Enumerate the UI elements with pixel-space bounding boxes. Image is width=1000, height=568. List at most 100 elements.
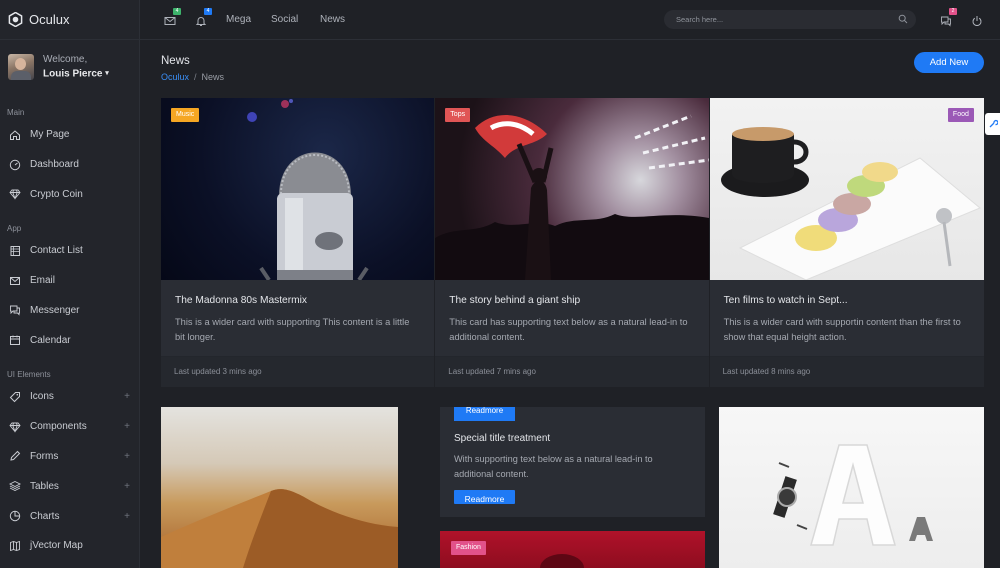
chat-badge: 2 xyxy=(949,8,957,15)
sidebar-item-label: Calendar xyxy=(30,334,71,346)
search-icon[interactable] xyxy=(898,14,908,24)
sidebar-item-messenger[interactable]: Messenger xyxy=(0,296,140,326)
add-new-button[interactable]: Add New xyxy=(914,52,984,73)
card-footer: Last updated 8 mins ago xyxy=(709,356,984,387)
readmore-button[interactable]: Readmore xyxy=(454,490,515,504)
power-icon xyxy=(972,16,982,26)
card-title: Special title treatment xyxy=(454,433,551,444)
envelope-icon xyxy=(9,275,21,287)
sidebar-item-email[interactable]: Email xyxy=(0,266,140,296)
chat-icon xyxy=(941,16,951,27)
card-image-desert[interactable] xyxy=(161,407,398,568)
card-image-microphone: Music xyxy=(161,98,435,280)
microphone-illustration xyxy=(247,99,369,280)
section-title-ui-elements: UI Elements xyxy=(7,370,51,379)
news-card-row: Music The Madonna 80s Mastermix This is … xyxy=(161,98,984,387)
card-image-letters[interactable] xyxy=(719,407,984,568)
sidebar-item-label: My Page xyxy=(30,129,70,141)
home-icon xyxy=(9,129,21,141)
user-name-dropdown[interactable]: Louis Pierce ▾ xyxy=(43,66,109,83)
card-footer: Last updated 7 mins ago xyxy=(435,356,709,387)
sidebar-item-label: Email xyxy=(30,275,56,287)
sidebar-item-tables[interactable]: Tables + xyxy=(0,471,140,501)
sidebar-item-icons[interactable]: Icons + xyxy=(0,382,140,412)
card-footer: Last updated 3 mins ago xyxy=(161,356,435,387)
category-tag[interactable]: Fashion xyxy=(451,541,486,555)
calendar-icon xyxy=(9,334,21,346)
bell-icon xyxy=(195,17,207,26)
oculux-logo-icon xyxy=(8,12,23,27)
brand[interactable]: Oculux xyxy=(0,0,139,40)
breadcrumb-home-link[interactable]: Oculux xyxy=(161,72,189,82)
expand-plus-icon[interactable]: + xyxy=(124,391,130,402)
card-image-coffee-macarons: Food xyxy=(709,98,984,280)
breadcrumb-separator: / xyxy=(194,72,197,82)
envelope-icon xyxy=(164,17,176,25)
sidebar-item-contact-list[interactable]: Contact List xyxy=(0,236,140,266)
sidebar-item-label: Icons xyxy=(30,391,54,403)
sidebar-item-dashboard[interactable]: Dashboard xyxy=(0,150,140,180)
sidebar-item-forms[interactable]: Forms + xyxy=(0,442,140,472)
settings-toggle-button[interactable] xyxy=(985,113,1000,135)
card-image-concert: Tops xyxy=(435,98,709,280)
card-image-fashion[interactable]: Fashion xyxy=(440,531,705,568)
user-name: Louis Pierce xyxy=(43,68,103,80)
sidebar-item-label: Tables xyxy=(30,480,59,492)
chat-icon xyxy=(9,304,21,317)
sidebar-item-label: jVector Map xyxy=(30,540,83,552)
chat-button[interactable]: 2 xyxy=(940,8,957,27)
welcome-text: Welcome, xyxy=(43,54,88,65)
news-card[interactable]: Tops The story behind a giant ship This … xyxy=(435,98,710,387)
special-title-card: Readmore Special title treatment With su… xyxy=(440,407,705,517)
sidebar-item-label: Forms xyxy=(30,450,59,462)
expand-plus-icon[interactable]: + xyxy=(124,481,130,492)
breadcrumb: Oculux / News xyxy=(161,72,224,82)
sidebar-item-my-page[interactable]: My Page xyxy=(0,120,140,150)
nav-link-social[interactable]: Social xyxy=(271,14,298,25)
card-title[interactable]: The Madonna 80s Mastermix xyxy=(175,295,420,306)
news-card[interactable]: Music The Madonna 80s Mastermix This is … xyxy=(161,98,436,387)
wrench-icon xyxy=(989,119,998,128)
card-title[interactable]: The story behind a giant ship xyxy=(449,295,694,306)
breadcrumb-current: News xyxy=(201,72,225,82)
topbar: 4 4 Mega Social News Search here... 2 xyxy=(140,0,1000,40)
card-text: This card has supporting text below as a… xyxy=(449,317,688,342)
mail-button[interactable]: 4 xyxy=(164,8,181,26)
map-icon xyxy=(9,540,21,552)
expand-plus-icon[interactable]: + xyxy=(124,451,130,462)
address-book-icon xyxy=(9,245,21,257)
pencil-icon xyxy=(9,450,21,462)
search-placeholder: Search here... xyxy=(676,15,724,24)
search-input[interactable]: Search here... xyxy=(664,10,916,29)
card-text: This is a wider card with supporting Thi… xyxy=(175,317,410,342)
page-title: News xyxy=(161,55,190,67)
card-text: This is a wider card with supportin cont… xyxy=(723,317,961,342)
tag-icon xyxy=(9,391,21,403)
sidebar-item-calendar[interactable]: Calendar xyxy=(0,325,140,355)
nav-link-news[interactable]: News xyxy=(320,14,345,25)
sidebar-item-label: Charts xyxy=(30,510,60,522)
readmore-button-top[interactable]: Readmore xyxy=(454,407,515,421)
sidebar-item-label: Messenger xyxy=(30,304,80,316)
sidebar-item-crypto-coin[interactable]: Crypto Coin xyxy=(0,180,140,210)
mail-badge: 4 xyxy=(173,8,181,15)
coffee-macarons-illustration xyxy=(720,127,981,280)
brand-name: Oculux xyxy=(29,12,70,27)
notifications-button[interactable]: 4 xyxy=(195,8,212,26)
pie-chart-icon xyxy=(9,510,21,522)
power-button[interactable] xyxy=(971,14,983,26)
sidebar-item-label: Contact List xyxy=(30,245,83,257)
sidebar-item-label: Components xyxy=(30,421,87,433)
expand-plus-icon[interactable]: + xyxy=(124,421,130,432)
card-title[interactable]: Ten films to watch in Sept... xyxy=(724,295,970,306)
expand-plus-icon[interactable]: + xyxy=(124,511,130,522)
category-tag[interactable]: Music xyxy=(171,108,200,122)
news-card[interactable]: Food Ten films to watch in Sept... This … xyxy=(709,98,984,387)
avatar[interactable] xyxy=(8,54,34,80)
nav-link-mega[interactable]: Mega xyxy=(226,14,251,25)
sidebar-item-components[interactable]: Components + xyxy=(0,412,140,442)
category-tag[interactable]: Tops xyxy=(445,108,471,122)
sidebar-item-jvector-map[interactable]: jVector Map xyxy=(0,531,140,561)
category-tag[interactable]: Food xyxy=(947,108,974,122)
sidebar-item-charts[interactable]: Charts + xyxy=(0,501,140,531)
